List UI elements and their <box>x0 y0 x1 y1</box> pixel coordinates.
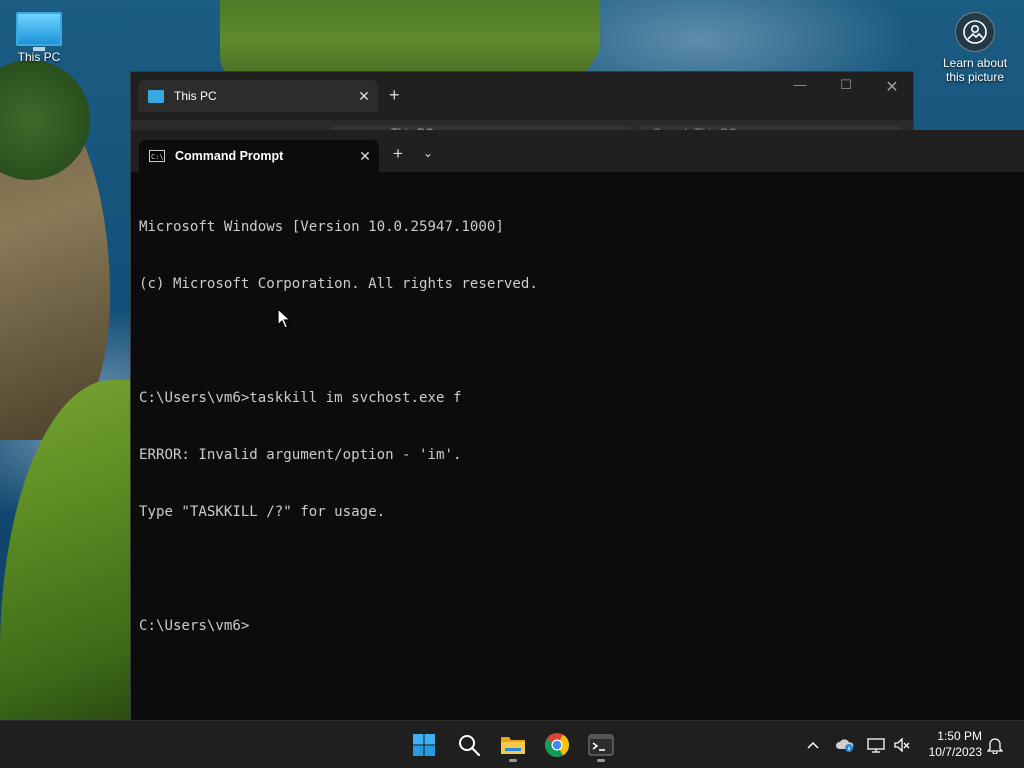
clock-date: 10/7/2023 <box>928 745 982 759</box>
explorer-tab-this-pc[interactable]: This PC ✕ <box>138 80 378 112</box>
desktop-icon-this-pc[interactable]: This PC <box>12 12 66 64</box>
camera-circle-icon <box>955 12 995 52</box>
desktop-icon-label: This PC <box>17 50 61 64</box>
taskbar-clock[interactable]: 1:50 PM 10/7/2023 <box>918 728 982 760</box>
monitor-icon <box>16 12 62 51</box>
chevron-down-icon[interactable]: ⌄ <box>423 146 433 160</box>
start-button[interactable] <box>406 727 442 763</box>
network-tray-button[interactable] <box>866 735 886 755</box>
mouse-cursor-icon <box>277 307 292 335</box>
new-tab-button[interactable]: + <box>393 144 403 164</box>
running-indicator <box>509 759 517 762</box>
network-icon <box>867 738 885 753</box>
explorer-tab-label: This PC <box>174 89 217 103</box>
clock-time: 1:50 PM <box>937 729 982 743</box>
terminal-line: ERROR: Invalid argument/option - 'im'. <box>139 447 462 463</box>
volume-tray-button[interactable] <box>892 735 912 755</box>
taskbar: 1:50 PM 10/7/2023 <box>0 720 1024 768</box>
chrome-icon <box>544 733 569 758</box>
terminal-output[interactable]: Microsoft Windows [Version 10.0.25947.10… <box>139 180 1014 720</box>
terminal-icon <box>588 734 614 756</box>
chevron-up-icon <box>807 741 819 749</box>
running-indicator <box>597 759 605 762</box>
notifications-button[interactable] <box>985 735 1005 755</box>
maximize-button[interactable]: ☐ <box>823 77 869 93</box>
taskbar-file-explorer[interactable] <box>495 727 531 763</box>
taskbar-terminal[interactable] <box>583 727 619 763</box>
onedrive-tray-button[interactable] <box>835 735 855 755</box>
desktop-icon-label: Learn about this picture <box>942 56 1008 84</box>
show-hidden-icons-button[interactable] <box>803 735 823 755</box>
volume-muted-icon <box>894 737 910 753</box>
monitor-icon <box>148 89 164 103</box>
close-icon[interactable]: ✕ <box>351 148 379 165</box>
terminal-line: Type "TASKKILL /?" for usage. <box>139 504 386 520</box>
terminal-line: C:\Users\vm6>taskkill im svchost.exe f <box>139 390 462 406</box>
terminal-tab-command-prompt[interactable]: C:\ Command Prompt ✕ <box>139 140 379 172</box>
minimize-button[interactable]: — <box>777 77 823 92</box>
search-icon <box>459 735 481 757</box>
cmd-icon: C:\ <box>149 150 165 162</box>
taskbar-search-button[interactable] <box>451 727 487 763</box>
file-explorer-icon <box>501 737 525 754</box>
bell-icon <box>987 738 1003 754</box>
terminal-line: (c) Microsoft Corporation. All rights re… <box>139 276 538 292</box>
terminal-line: Microsoft Windows [Version 10.0.25947.10… <box>139 219 504 235</box>
terminal-window[interactable]: C:\ Command Prompt ✕ + ⌄ Microsoft Windo… <box>130 130 1024 720</box>
window-close-button[interactable]: ✕ <box>869 77 915 97</box>
taskbar-chrome[interactable] <box>539 727 575 763</box>
close-icon[interactable]: ✕ <box>350 88 378 105</box>
desktop-icon-learn-about-picture[interactable]: Learn about this picture <box>938 12 1012 84</box>
new-tab-button[interactable]: + <box>389 85 400 106</box>
terminal-tab-label: Command Prompt <box>175 149 284 163</box>
cloud-info-icon <box>835 739 854 752</box>
terminal-prompt-line[interactable]: C:\Users\vm6> <box>139 617 1014 636</box>
terminal-titlebar[interactable]: C:\ Command Prompt ✕ + ⌄ <box>131 130 1024 172</box>
windows-start-icon <box>413 734 435 756</box>
